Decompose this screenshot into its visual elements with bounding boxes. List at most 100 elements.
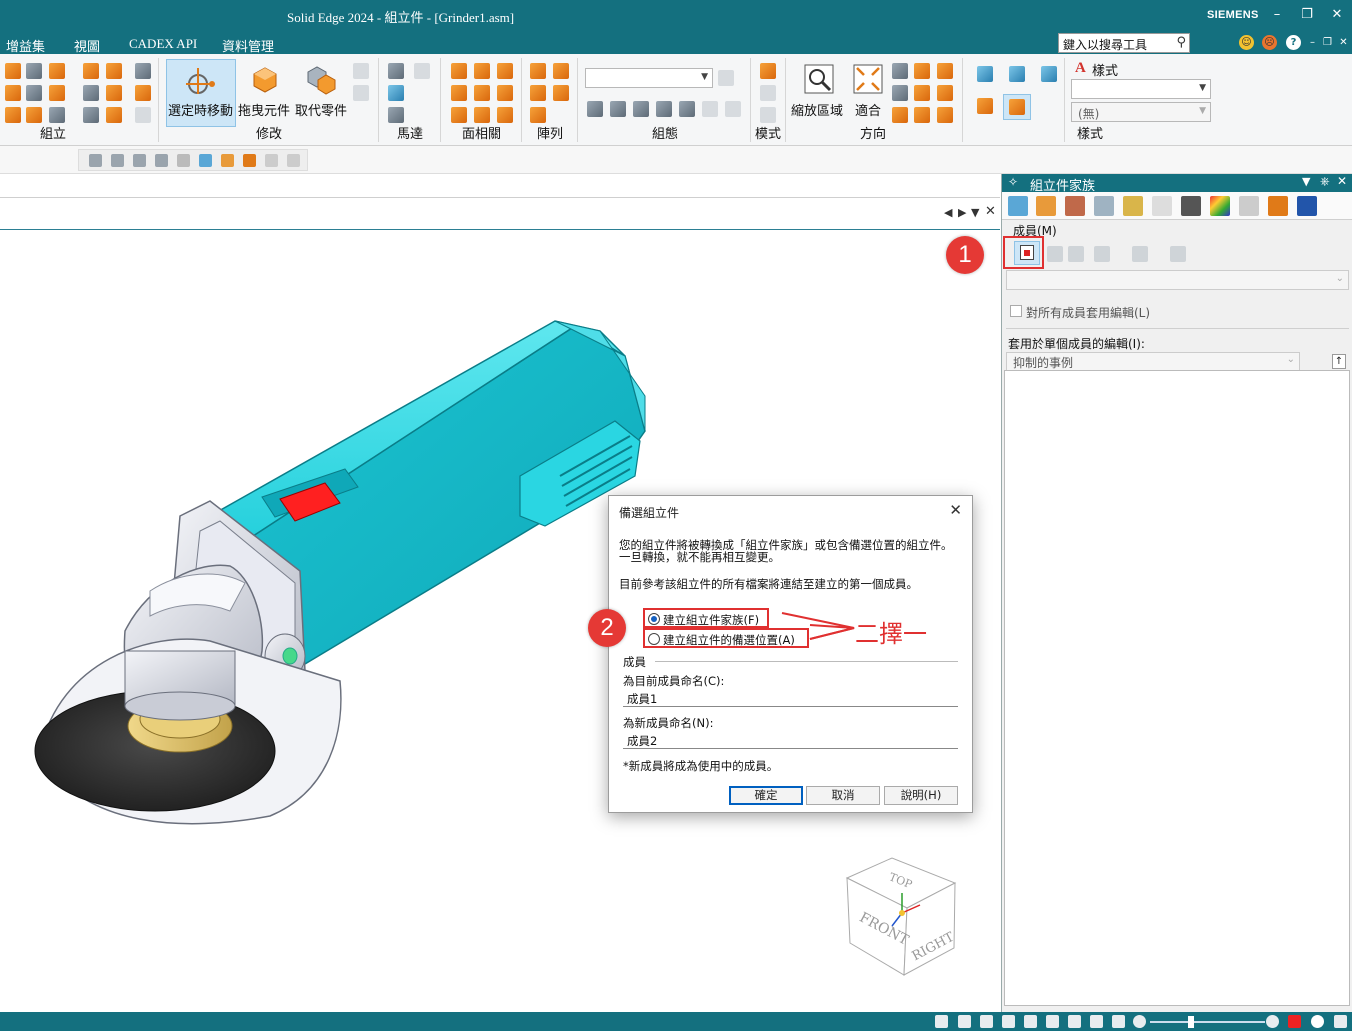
menu-addins[interactable]: 增益集 (6, 36, 45, 55)
zoom-icon[interactable] (958, 1015, 971, 1028)
close-document-icon[interactable]: ✕ (985, 204, 996, 219)
replace-part-label[interactable]: 取代零件 (295, 100, 347, 119)
assemble-tool-icon[interactable] (26, 85, 42, 101)
assemble-tool-icon[interactable] (26, 107, 42, 123)
pan-icon[interactable] (1002, 1015, 1015, 1028)
face-relate-icon[interactable] (474, 85, 490, 101)
ribbon-minimize-icon[interactable]: – (1305, 35, 1320, 50)
dialog-close-icon[interactable]: ✕ (949, 501, 962, 519)
part-icon[interactable] (199, 154, 212, 167)
member-tool-icon[interactable] (1047, 246, 1063, 262)
minimize-icon[interactable]: – (1268, 6, 1286, 24)
assemble-tool-icon[interactable] (5, 63, 21, 79)
relationship-icon[interactable] (106, 85, 122, 101)
assemble-tool-icon[interactable] (5, 107, 21, 123)
modify-tool-icon[interactable] (353, 63, 369, 79)
open-icon[interactable] (221, 154, 234, 167)
tab-parts-library[interactable] (1036, 196, 1056, 216)
relationship-icon[interactable] (83, 63, 99, 79)
smile-feedback-icon[interactable]: ☺ (1239, 35, 1254, 50)
motor-tool-icon[interactable] (388, 107, 404, 123)
restore-icon[interactable]: ❐ (1298, 6, 1316, 24)
view-cube-icon[interactable] (1041, 66, 1057, 82)
tab-next-icon[interactable]: ▶ (958, 206, 966, 219)
zoom-in-icon[interactable] (1266, 1015, 1279, 1028)
mode-icon[interactable] (760, 63, 776, 79)
view-tool-icon[interactable] (1090, 1015, 1103, 1028)
view-tool-icon[interactable] (937, 63, 953, 79)
zoom-slider[interactable] (1150, 1021, 1265, 1023)
view-tool-icon[interactable] (914, 63, 930, 79)
face-relate-icon[interactable] (451, 107, 467, 123)
tab-prev-icon[interactable]: ◀ (944, 206, 952, 219)
zoom-area-icon[interactable] (802, 62, 836, 96)
view-tool-icon[interactable] (914, 107, 930, 123)
member-dropdown[interactable]: ⌄ (1006, 270, 1349, 290)
view-tool-icon[interactable] (892, 63, 908, 79)
drag-component-icon[interactable] (248, 62, 282, 96)
pattern-icon[interactable] (530, 107, 546, 123)
pattern-icon[interactable] (553, 85, 569, 101)
delete-icon[interactable] (177, 154, 190, 167)
record-icon[interactable] (1311, 1015, 1324, 1028)
help-icon[interactable]: ? (1286, 35, 1301, 50)
tab-layers[interactable] (1181, 196, 1201, 216)
view-tool-icon[interactable] (892, 107, 908, 123)
disabled-tool-icon[interactable] (287, 154, 300, 167)
insert-icon[interactable] (243, 154, 256, 167)
menu-data-management[interactable]: 資料管理 (222, 36, 274, 55)
pattern-icon[interactable] (530, 63, 546, 79)
mode-icon[interactable] (760, 107, 776, 123)
fit-view-icon[interactable] (851, 62, 885, 96)
relationship-icon[interactable] (83, 85, 99, 101)
config-tool-icon[interactable] (679, 101, 695, 117)
assemble-tool-icon[interactable] (5, 85, 21, 101)
motor-icon[interactable] (388, 63, 404, 79)
close-icon[interactable]: ✕ (1328, 6, 1346, 24)
tab-reports[interactable] (1268, 196, 1288, 216)
view-tool-icon[interactable] (937, 107, 953, 123)
pane-close-icon[interactable]: ✕ (1337, 174, 1347, 188)
relationship-icon[interactable] (135, 107, 151, 123)
fit-view-label[interactable]: 適合 (855, 100, 881, 119)
member-tool-icon[interactable] (1170, 246, 1186, 262)
pane-menu-icon[interactable]: ▼ (1302, 175, 1310, 188)
tab-features[interactable] (1123, 196, 1143, 216)
assemble-tool-icon[interactable] (49, 107, 65, 123)
tab-sensors[interactable] (1094, 196, 1114, 216)
single-edit-dropdown[interactable]: 抑制的事例 ⌄ (1006, 352, 1300, 371)
config-tool-icon[interactable] (610, 101, 626, 117)
tab-tools[interactable] (1065, 196, 1085, 216)
config-tool-icon[interactable] (702, 101, 718, 117)
drag-component-label[interactable]: 拖曳元件 (238, 100, 290, 119)
tab-disabled[interactable] (1152, 196, 1172, 216)
config-tool-icon[interactable] (725, 101, 741, 117)
zoom-area-icon[interactable] (935, 1015, 948, 1028)
new-member-name-input[interactable]: 成員2 (623, 731, 958, 749)
pattern-icon[interactable] (553, 63, 569, 79)
cancel-button[interactable]: 取消 (806, 786, 880, 805)
view-cube-icon[interactable] (1009, 66, 1025, 82)
config-tool-icon[interactable] (656, 101, 672, 117)
face-relate-icon[interactable] (497, 63, 513, 79)
style-dropdown[interactable]: ▼ (1071, 79, 1211, 99)
face-relate-icon[interactable] (451, 85, 467, 101)
config-tool-icon[interactable] (718, 70, 734, 86)
configuration-dropdown[interactable]: ▼ (585, 68, 713, 88)
relationship-icon[interactable] (135, 63, 151, 79)
relationship-icon[interactable] (106, 107, 122, 123)
config-tool-icon[interactable] (633, 101, 649, 117)
ribbon-close-icon[interactable]: ✕ (1336, 35, 1351, 50)
upload-icon[interactable] (1334, 1015, 1347, 1028)
frown-feedback-icon[interactable]: ☹ (1262, 35, 1277, 50)
ok-button[interactable]: 確定 (729, 786, 803, 805)
view-tool-icon[interactable] (937, 85, 953, 101)
face-relate-icon[interactable] (497, 85, 513, 101)
tab-disabled[interactable] (1239, 196, 1259, 216)
view-cube[interactable]: TOP FRONT RIGHT (842, 853, 962, 978)
apply-all-checkbox[interactable] (1010, 305, 1022, 317)
motor-tool-icon[interactable] (414, 63, 430, 79)
youtube-icon[interactable] (1288, 1015, 1301, 1028)
view-tool-icon[interactable] (892, 85, 908, 101)
mode-icon[interactable] (760, 85, 776, 101)
